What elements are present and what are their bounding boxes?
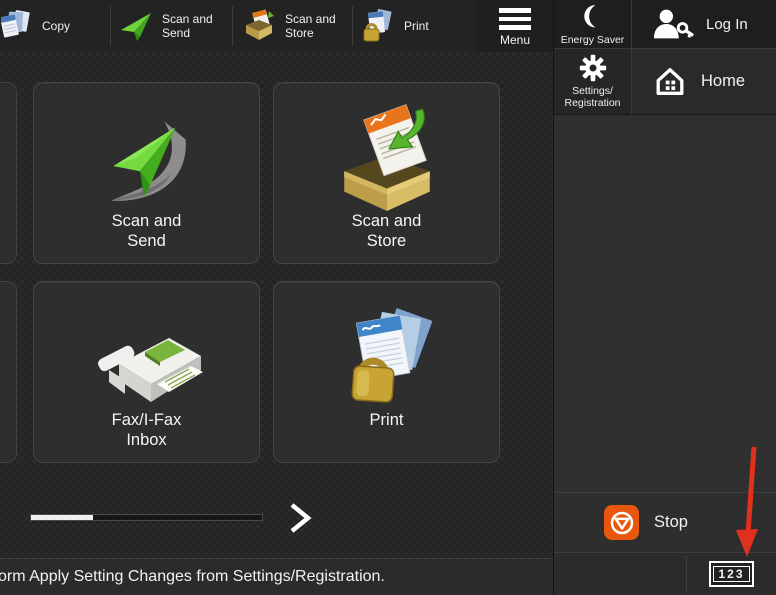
settings-registration-label: Settings/ Registration xyxy=(564,85,620,109)
chevron-right-icon xyxy=(286,502,314,534)
tile-scrollbar-thumb[interactable] xyxy=(31,515,93,520)
tile-fax-inbox-label: Fax/I-Fax Inbox xyxy=(112,410,182,450)
tile-scan-and-send[interactable]: Scan and Send xyxy=(33,82,260,264)
status-message: orm Apply Setting Changes from Settings/… xyxy=(0,568,385,586)
next-page-button[interactable] xyxy=(286,502,314,534)
home-label: Home xyxy=(701,72,745,91)
menu-button[interactable]: Menu xyxy=(477,0,553,52)
home-icon xyxy=(653,65,687,99)
counter-check-icon: 123 xyxy=(709,561,753,587)
paper-plane-3d-icon xyxy=(91,107,203,211)
panel-divider xyxy=(554,114,776,115)
copy-pages-icon xyxy=(1,7,33,45)
tab-scan-and-store-label: Scan and Store xyxy=(285,12,336,40)
settings-registration-button[interactable]: Settings/ Registration xyxy=(554,49,631,114)
gear-icon xyxy=(579,54,607,82)
fax-machine-icon xyxy=(89,310,205,410)
paper-plane-icon xyxy=(119,9,153,43)
log-in-label: Log In xyxy=(706,16,748,33)
printer-touchscreen: Copy Scan and Send Scan a xyxy=(0,0,776,595)
partial-tile-offscreen[interactable] xyxy=(0,281,17,463)
tile-scan-and-store-label: Scan and Store xyxy=(352,211,422,251)
tab-scan-and-send-label: Scan and Send xyxy=(162,12,213,40)
status-bar: orm Apply Setting Changes from Settings/… xyxy=(0,558,553,595)
stop-button[interactable]: Stop xyxy=(554,492,776,552)
tile-scan-and-send-label: Scan and Send xyxy=(112,211,182,251)
tile-scrollbar-track[interactable] xyxy=(30,514,263,521)
partial-tile-offscreen[interactable] xyxy=(0,82,17,264)
counter-check-button[interactable]: 123 xyxy=(686,552,776,595)
storage-box-icon xyxy=(242,9,276,43)
stop-label: Stop xyxy=(654,513,688,532)
home-tile-area: Scan and Send xyxy=(0,52,553,558)
tab-scan-and-store[interactable]: Scan and Store xyxy=(233,0,352,52)
tab-print-label: Print xyxy=(404,19,429,33)
tab-scan-and-send[interactable]: Scan and Send xyxy=(111,0,232,52)
print-documents-icon xyxy=(361,8,395,44)
energy-saver-button[interactable]: Energy Saver xyxy=(554,0,631,48)
energy-saver-label: Energy Saver xyxy=(561,34,625,46)
tile-fax-inbox[interactable]: Fax/I-Fax Inbox xyxy=(33,281,260,463)
crescent-moon-icon xyxy=(579,3,606,31)
tile-print-label: Print xyxy=(370,410,404,430)
tab-print[interactable]: Print xyxy=(353,0,477,52)
tab-copy[interactable]: Copy xyxy=(0,0,110,52)
user-key-icon xyxy=(652,8,694,40)
hamburger-icon xyxy=(499,8,531,30)
tab-copy-label: Copy xyxy=(42,19,70,33)
counter-value: 123 xyxy=(713,566,749,582)
home-button[interactable]: Home xyxy=(632,49,776,114)
locked-documents-icon xyxy=(333,304,441,410)
menu-label: Menu xyxy=(500,33,530,47)
tile-scan-and-store[interactable]: Scan and Store xyxy=(273,82,500,264)
stop-octagon-icon xyxy=(604,505,639,540)
tile-print[interactable]: Print xyxy=(273,281,500,463)
hardware-key-panel: Energy Saver Log In xyxy=(553,0,776,595)
log-in-button[interactable]: Log In xyxy=(632,0,776,48)
storage-box-3d-icon xyxy=(331,103,443,211)
top-tab-bar: Copy Scan and Send Scan a xyxy=(0,0,553,52)
